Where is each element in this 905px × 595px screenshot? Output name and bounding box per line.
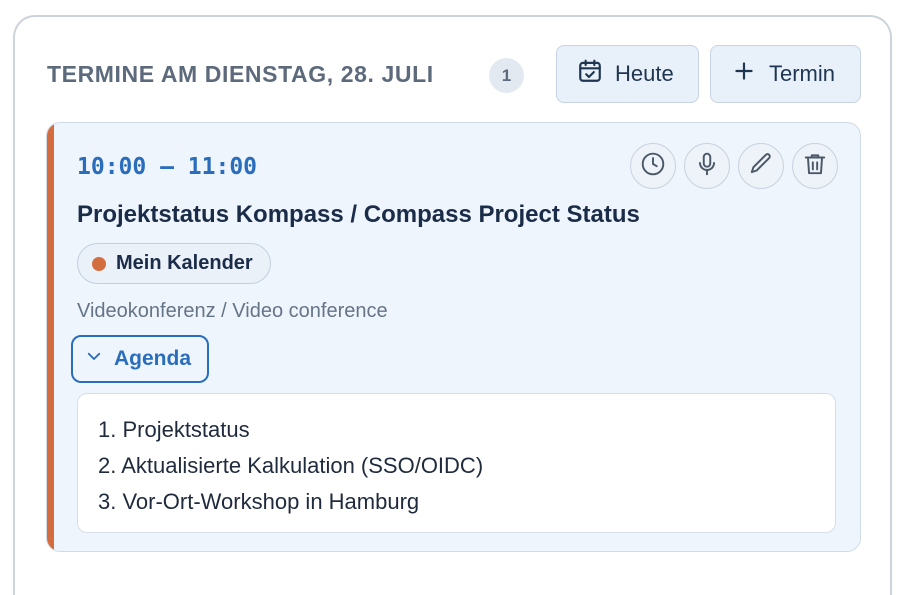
calendar-color-bar (47, 123, 54, 551)
agenda-list: 1. Projektstatus 2. Aktualisierte Kalkul… (77, 393, 836, 533)
event-count-badge: 1 (489, 58, 524, 93)
day-events-panel: TERMINE AM DIENSTAG, 28. JULI 1 Heute Te… (13, 15, 892, 595)
today-button-label: Heute (615, 61, 674, 86)
microphone-icon (694, 151, 720, 182)
agenda-toggle-label: Agenda (114, 347, 192, 370)
agenda-item: 3. Vor-Ort-Workshop in Hamburg (98, 489, 420, 514)
plus-icon (731, 58, 757, 90)
calendar-name: Mein Kalender (116, 252, 253, 274)
event-card[interactable]: 10:00 – 11:00 Projektstatus Kompass / Co… (46, 122, 861, 552)
reminder-button[interactable] (630, 143, 676, 189)
trash-icon (802, 151, 828, 182)
edit-button[interactable] (738, 143, 784, 189)
event-actions (630, 143, 838, 189)
add-event-button-label: Termin (769, 61, 836, 86)
panel-title: TERMINE AM DIENSTAG, 28. JULI (47, 61, 434, 87)
panel-header: TERMINE AM DIENSTAG, 28. JULI 1 Heute Te… (15, 17, 890, 127)
chevron-down-icon (85, 347, 103, 371)
clock-icon (640, 151, 666, 182)
agenda-item: 1. Projektstatus (98, 417, 250, 442)
pencil-icon (748, 151, 774, 182)
agenda-item: 2. Aktualisierte Kalkulation (SSO/OIDC) (98, 453, 484, 478)
event-time: 10:00 – 11:00 (77, 154, 258, 180)
today-button[interactable]: Heute (556, 45, 699, 103)
agenda-toggle-button[interactable]: Agenda (71, 335, 209, 383)
delete-button[interactable] (792, 143, 838, 189)
record-button[interactable] (684, 143, 730, 189)
calendar-check-icon (577, 58, 603, 90)
add-event-button[interactable]: Termin (710, 45, 861, 103)
calendar-color-dot (92, 256, 106, 271)
event-location: Videokonferenz / Video conference (77, 300, 388, 322)
event-title: Projektstatus Kompass / Compass Project … (77, 201, 640, 228)
calendar-chip: Mein Kalender (77, 243, 271, 284)
